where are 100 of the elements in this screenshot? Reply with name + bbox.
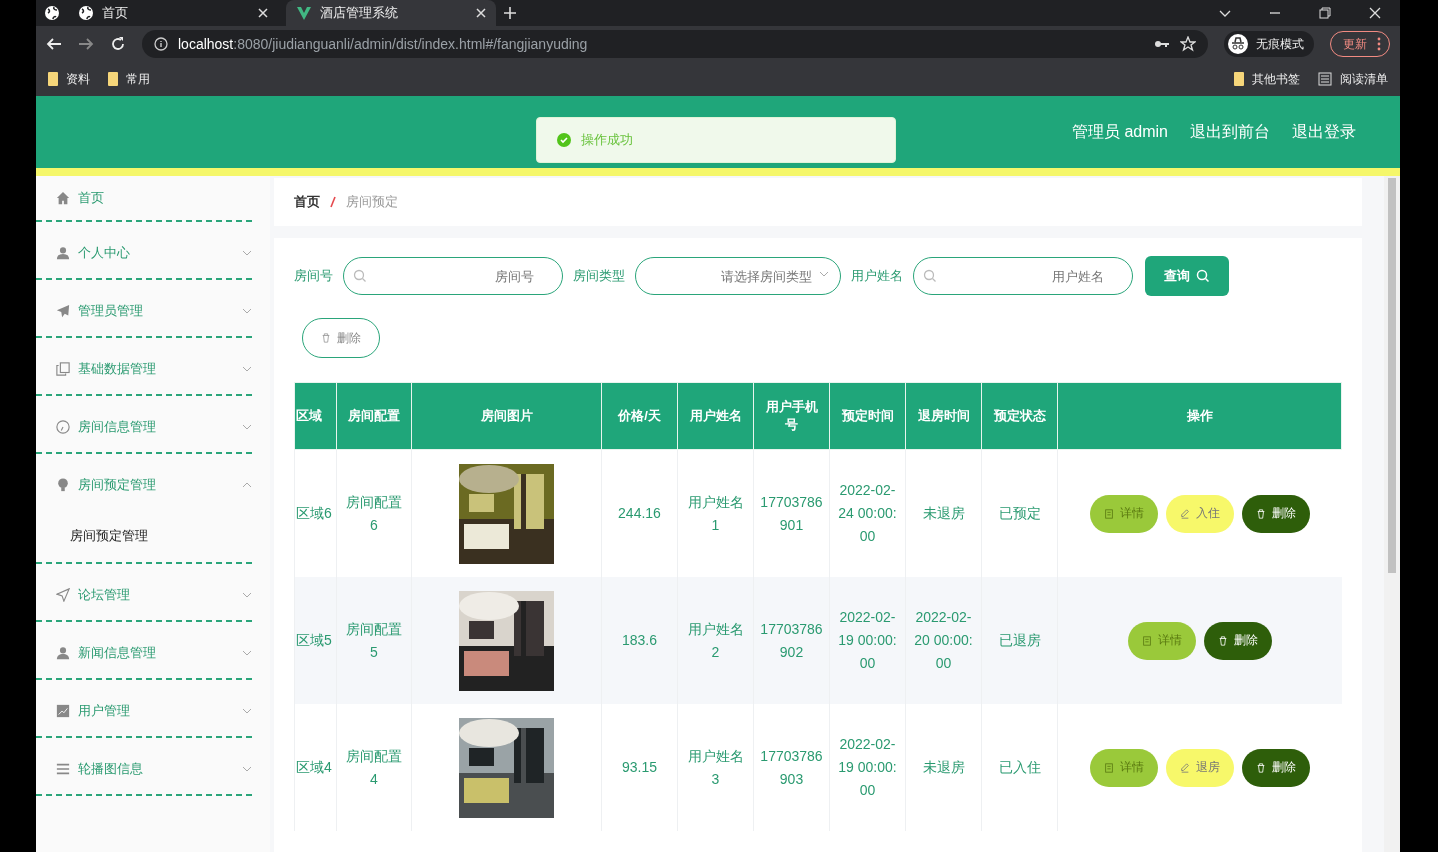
document-icon (1141, 635, 1152, 646)
sidebar-item[interactable]: 房间预定管理 (36, 460, 270, 510)
toast-text: 操作成功 (581, 131, 633, 149)
delete-button[interactable]: 删除 (1241, 494, 1310, 533)
send-icon (56, 304, 70, 318)
table-cell: 17703786903 (753, 704, 830, 831)
address-bar[interactable]: localhost:8080/jiudianguanli/admin/dist/index.html#/fangjianyuding (142, 30, 1208, 58)
select-field[interactable]: 请选择房间类型 (635, 257, 841, 295)
gauge-icon (56, 420, 70, 434)
column-header[interactable]: 价格/天 (601, 382, 678, 450)
trash-icon (1255, 508, 1266, 519)
close-icon[interactable] (476, 8, 486, 18)
trash-icon (1217, 635, 1228, 646)
search-button[interactable]: 查询 (1145, 256, 1229, 296)
details-button[interactable]: 详情 (1127, 621, 1196, 660)
search-field[interactable]: 用户姓名 (913, 257, 1133, 295)
pencil-icon (1179, 508, 1190, 519)
delete-button[interactable]: 删除 (302, 318, 380, 358)
table-cell: 17703786902 (753, 577, 830, 704)
close-icon[interactable] (1369, 7, 1381, 19)
filter-label: 房间类型 (573, 267, 625, 285)
table-cell: 183.6 (601, 577, 678, 704)
column-header[interactable]: 操作 (1057, 382, 1342, 450)
edit-button[interactable]: 退房 (1165, 748, 1234, 787)
sidebar-item[interactable]: 用户管理 (36, 686, 270, 736)
chevron-down-icon (819, 271, 829, 277)
table-cell: 区域5 (294, 577, 337, 704)
column-header[interactable]: 用户手机号 (753, 382, 830, 450)
user-icon (56, 646, 70, 660)
folder-icon (108, 72, 118, 86)
trash-icon (1255, 762, 1266, 773)
header-link[interactable]: 退出登录 (1292, 121, 1356, 143)
sidebar-item[interactable]: 新闻信息管理 (36, 628, 270, 678)
copy-icon (56, 362, 70, 376)
forward-icon[interactable] (78, 36, 94, 52)
search-field[interactable]: 房间号 (343, 257, 563, 295)
document-icon (1103, 508, 1114, 519)
search-icon (1196, 269, 1210, 283)
column-header[interactable]: 预定时间 (829, 382, 906, 450)
v-logo-icon (296, 5, 312, 21)
column-header[interactable]: 区域 (294, 382, 337, 450)
sidebar-item[interactable]: 论坛管理 (36, 570, 270, 620)
sidebar-item[interactable]: 首页 (36, 176, 270, 220)
reading-list[interactable]: 阅读清单 (1318, 70, 1388, 88)
table-cell: 2022-02-20 00:00:00 (905, 577, 982, 704)
navigate-icon (56, 588, 70, 602)
back-icon[interactable] (46, 36, 62, 52)
sidebar-item[interactable]: 管理员管理 (36, 286, 270, 336)
sidebar-subitem[interactable]: 房间预定管理 (36, 510, 270, 562)
document-icon (1103, 762, 1114, 773)
reload-icon[interactable] (110, 36, 126, 52)
scrollbar-thumb[interactable] (1388, 178, 1396, 573)
pencil-icon (1179, 762, 1190, 773)
close-icon[interactable] (258, 8, 268, 18)
column-header[interactable]: 用户姓名 (677, 382, 754, 450)
slash-icon (330, 196, 336, 208)
edit-button[interactable]: 入住 (1165, 494, 1234, 533)
check-circle-icon (557, 133, 571, 147)
table-cell: 已入住 (981, 704, 1058, 831)
browser-tab[interactable]: 酒店管理系统 (286, 0, 496, 26)
table-cell: 未退房 (905, 704, 982, 831)
restore-icon[interactable] (1319, 7, 1331, 19)
column-header[interactable]: 房间图片 (411, 382, 602, 450)
details-button[interactable]: 详情 (1089, 494, 1158, 533)
bookmark[interactable]: 资料 (48, 70, 90, 88)
chart-icon (56, 704, 70, 718)
header-link[interactable]: 退出到前台 (1190, 121, 1270, 143)
column-header[interactable]: 预定状态 (981, 382, 1058, 450)
column-header[interactable]: 退房时间 (905, 382, 982, 450)
column-header[interactable]: 房间配置 (336, 382, 412, 450)
sidebar-item[interactable]: 轮播图信息 (36, 744, 270, 794)
sidebar-item[interactable]: 房间信息管理 (36, 402, 270, 452)
table-cell: 2022-02-19 00:00:00 (829, 704, 906, 831)
star-icon[interactable] (1180, 36, 1196, 52)
delete-button[interactable]: 删除 (1203, 621, 1272, 660)
bulb-icon (56, 478, 70, 492)
table-cell: 房间配置5 (336, 577, 412, 704)
filter-label: 房间号 (294, 267, 333, 285)
bookmark[interactable]: 常用 (108, 70, 150, 88)
list-icon (1318, 72, 1332, 86)
sidebar-item[interactable]: 基础数据管理 (36, 344, 270, 394)
sidebar-item[interactable]: 个人中心 (36, 228, 270, 278)
browser-tab[interactable]: 首页 (68, 0, 278, 26)
more-icon (1377, 37, 1381, 51)
folder-icon (1234, 72, 1244, 86)
table-cell: 用户姓名3 (677, 704, 754, 831)
incognito-badge[interactable]: 无痕模式 (1224, 31, 1314, 57)
table-cell: 已退房 (981, 577, 1058, 704)
bookmark[interactable]: 其他书签 (1234, 70, 1300, 88)
breadcrumb-link[interactable]: 首页 (294, 193, 320, 211)
new-tab-icon[interactable] (504, 7, 516, 19)
globe-icon (78, 5, 94, 21)
filter-label: 用户姓名 (851, 267, 903, 285)
header-link[interactable]: 管理员 admin (1071, 121, 1168, 143)
table-cell: 用户姓名2 (677, 577, 754, 704)
delete-button[interactable]: 删除 (1241, 748, 1310, 787)
search-icon (353, 269, 367, 283)
home-icon (56, 191, 70, 205)
table-cell: 93.15 (601, 704, 678, 831)
details-button[interactable]: 详情 (1089, 748, 1158, 787)
